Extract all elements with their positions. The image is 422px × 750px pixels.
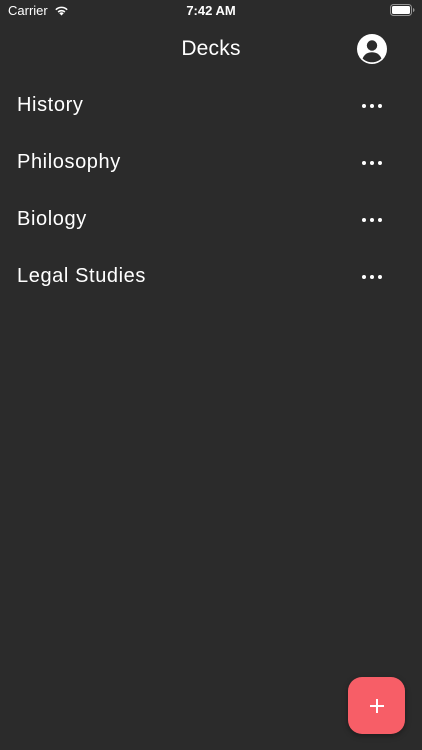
dot (370, 161, 374, 165)
deck-label: History (17, 94, 84, 116)
nav-header: Decks (0, 28, 422, 72)
deck-label: Philosophy (17, 151, 121, 173)
status-bar: Carrier 7:42 AM (0, 0, 422, 22)
deck-item-philosophy[interactable]: Philosophy (0, 135, 422, 192)
dot (370, 275, 374, 279)
ellipsis-icon[interactable] (362, 100, 382, 112)
deck-item-history[interactable]: History (0, 78, 422, 135)
deck-list: History Philosophy Biology Legal Studies (0, 78, 422, 306)
ellipsis-icon[interactable] (362, 214, 382, 226)
dot (362, 104, 366, 108)
dot (378, 104, 382, 108)
dot (362, 218, 366, 222)
dot (378, 218, 382, 222)
dot (370, 104, 374, 108)
deck-item-legal-studies[interactable]: Legal Studies (0, 249, 422, 306)
user-circle-icon[interactable] (356, 33, 388, 65)
deck-label: Biology (17, 208, 87, 230)
plus-icon (369, 698, 384, 713)
ellipsis-icon[interactable] (362, 157, 382, 169)
decks-screen: Carrier 7:42 AM Decks History Philosophy… (0, 0, 422, 750)
ellipsis-icon[interactable] (362, 271, 382, 283)
dot (370, 218, 374, 222)
dot (362, 275, 366, 279)
deck-item-biology[interactable]: Biology (0, 192, 422, 249)
status-time: 7:42 AM (186, 3, 236, 18)
deck-label: Legal Studies (17, 265, 147, 287)
dot (378, 161, 382, 165)
battery-full-icon (390, 4, 415, 16)
add-deck-button[interactable] (348, 677, 405, 734)
dot (378, 275, 382, 279)
dot (362, 161, 366, 165)
